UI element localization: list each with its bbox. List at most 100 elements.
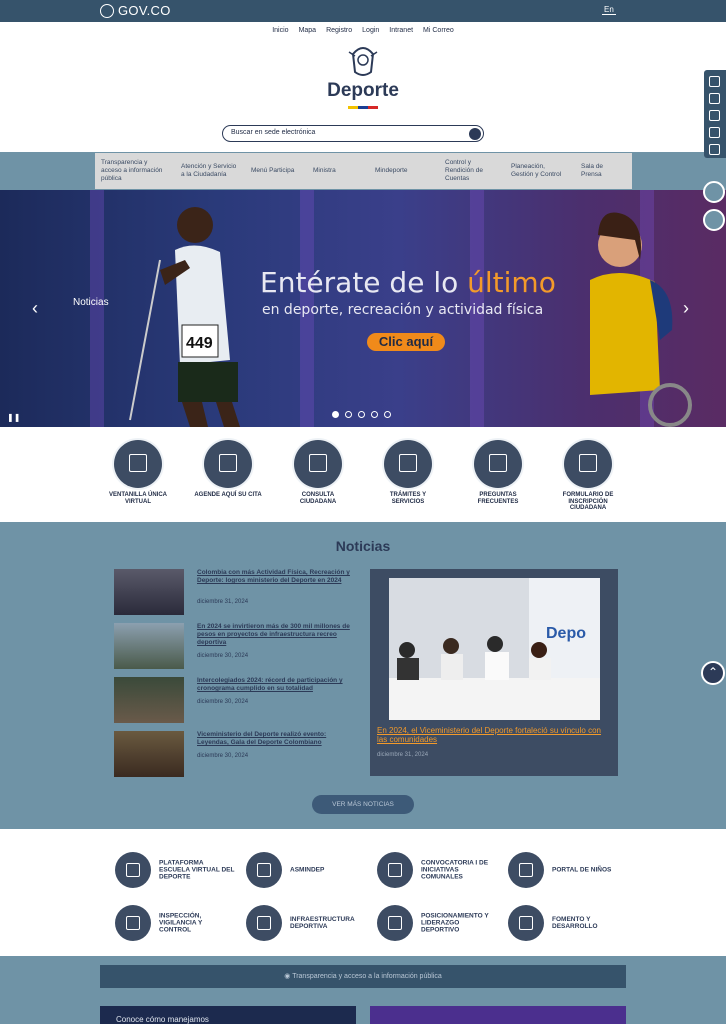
nav-ministra[interactable]: Ministra	[307, 167, 369, 175]
search-input[interactable]: Buscar en sede electrónica	[222, 125, 484, 142]
flag-stripe	[348, 106, 378, 109]
link-inicio[interactable]: Inicio	[272, 27, 288, 34]
service-label: Fomento y Desarrollo	[552, 916, 598, 930]
quick-tramites[interactable]: Trámites y Servicios	[373, 440, 443, 505]
language-toggle[interactable]: En	[602, 5, 616, 15]
quick-label: Preguntas Frecuentes	[477, 492, 519, 505]
brand-title[interactable]: Deporte	[0, 80, 726, 102]
pause-icon[interactable]: ❚❚	[7, 413, 20, 422]
news-item[interactable]: Intercolegiados 2024: récord de particip…	[114, 677, 354, 723]
carousel-dot[interactable]	[384, 411, 391, 418]
info-icon[interactable]	[709, 127, 720, 138]
quick-ventanilla[interactable]: Ventanilla Única Virtual	[103, 440, 173, 505]
service-label: Inspección, Vigilancia y Control	[159, 912, 203, 934]
carousel-prev-icon[interactable]: ‹	[32, 298, 38, 319]
service-fomento[interactable]: Fomento y Desarrollo	[508, 905, 628, 941]
news-item[interactable]: En 2024 se invirtieron más de 300 mil mi…	[114, 623, 354, 669]
more-news-button[interactable]: VER MÁS NOTICIAS	[312, 795, 414, 814]
hero-subheadline: en deporte, recreación y actividad físic…	[262, 302, 544, 318]
headline-start: Entérate de lo	[260, 266, 468, 299]
scroll-top-icon[interactable]: ⌃	[701, 661, 725, 685]
clipboard-icon	[564, 440, 612, 488]
featured-date: diciembre 31, 2024	[377, 752, 429, 758]
service-posicionamiento[interactable]: Posicionamiento y Liderazgo Deportivo	[377, 905, 497, 941]
carousel-next-icon[interactable]: ›	[683, 298, 689, 319]
contrast-icon[interactable]	[709, 76, 720, 87]
growth-icon	[508, 905, 544, 941]
top-links: Inicio Mapa Registro Login Intranet Mi C…	[0, 27, 726, 34]
transparency-bar[interactable]: ◉ Transparencia y acceso a la informació…	[100, 965, 626, 988]
nav-atencion[interactable]: Atención y Servicio a la Ciudadanía	[175, 163, 245, 179]
nav-control[interactable]: Control y Rendición de Cuentas	[439, 159, 505, 183]
banner-text: Depo	[546, 625, 586, 642]
service-portal-ninos[interactable]: Portal de Niños	[508, 852, 628, 888]
news-item[interactable]: Viceministerio del Deporte realizó event…	[114, 731, 354, 777]
service-escuela-virtual[interactable]: Plataforma Escuela Virtual del Deporte	[115, 852, 235, 888]
font-increase-icon[interactable]	[709, 110, 720, 121]
service-inspeccion[interactable]: Inspección, Vigilancia y Control	[115, 905, 235, 941]
carousel-dot[interactable]	[332, 411, 339, 418]
link-login[interactable]: Login	[362, 27, 379, 34]
transparency-label: Transparencia y acceso a la información …	[292, 973, 442, 980]
coat-of-arms-icon	[348, 47, 378, 76]
news-item[interactable]: Colombia con más Actividad Física, Recre…	[114, 569, 354, 615]
news-thumbnail	[114, 677, 184, 723]
news-title[interactable]: Colombia con más Actividad Física, Recre…	[197, 569, 352, 585]
featured-news[interactable]: Depo En 2024, el Viceministerio del Depo…	[370, 569, 618, 776]
featured-photo: Depo	[389, 578, 600, 720]
gov-logo[interactable]: GOV.CO	[100, 3, 171, 18]
service-label: Portal de Niños	[552, 866, 612, 874]
question-icon	[474, 440, 522, 488]
news-title[interactable]: Viceministerio del Deporte realizó event…	[197, 731, 352, 747]
chat-icon[interactable]	[703, 181, 725, 203]
service-asmindep[interactable]: ASMINDEP	[246, 852, 366, 888]
link-mapa[interactable]: Mapa	[299, 27, 317, 34]
child-face-icon	[508, 852, 544, 888]
quick-formulario[interactable]: Formulario de Inscripción Ciudadana	[553, 440, 623, 512]
accessibility-toolbar	[704, 70, 726, 158]
news-date: diciembre 31, 2024	[197, 599, 249, 605]
document-icon[interactable]	[703, 209, 725, 231]
eye-icon: ◉	[284, 973, 293, 980]
laptop-icon	[115, 852, 151, 888]
magnifier-icon	[115, 905, 151, 941]
carousel-dot[interactable]	[358, 411, 365, 418]
link-intranet[interactable]: Intranet	[389, 27, 413, 34]
nav-transparencia[interactable]: Transparencia y acceso a información púb…	[95, 159, 175, 183]
hero-cta-button[interactable]: Clic aquí	[367, 333, 445, 351]
sign-language-icon[interactable]	[709, 144, 720, 155]
nav-participa[interactable]: Menú Participa	[245, 167, 307, 175]
quick-consulta[interactable]: Consulta Ciudadana	[283, 440, 353, 505]
nav-planeacion[interactable]: Planeación, Gestión y Control	[505, 163, 575, 179]
flag-icon	[377, 905, 413, 941]
colombia-crest-icon	[100, 3, 114, 18]
nav-mindeporte[interactable]: Mindeporte	[369, 167, 439, 175]
promo-card-right[interactable]	[370, 1006, 626, 1024]
news-title[interactable]: En 2024 se invirtieron más de 300 mil mi…	[197, 623, 352, 647]
quick-preguntas[interactable]: Preguntas Frecuentes	[463, 440, 533, 505]
window-icon	[114, 440, 162, 488]
quick-label: Ventanilla Única Virtual	[109, 492, 167, 505]
nav-prensa[interactable]: Sala de Prensa	[575, 163, 625, 179]
featured-image: Depo	[389, 578, 600, 720]
chat-bubble-icon	[204, 440, 252, 488]
promo-card-left[interactable]: Conoce cómo manejamos	[100, 1006, 356, 1024]
bib-number: 449	[186, 335, 213, 352]
carousel-dot[interactable]	[371, 411, 378, 418]
carousel-dot[interactable]	[345, 411, 352, 418]
featured-title[interactable]: En 2024, el Viceministerio del Deporte f…	[377, 726, 607, 744]
search-icon[interactable]	[469, 128, 481, 140]
quick-label: Agende aquí su cita	[194, 492, 262, 498]
link-mi-correo[interactable]: Mi Correo	[423, 27, 454, 34]
news-title[interactable]: Intercolegiados 2024: récord de particip…	[197, 677, 352, 693]
service-convocatoria[interactable]: Convocatoria I de Iniciativas Comunales	[377, 852, 497, 888]
service-label: Infraestructura Deportiva	[290, 916, 355, 930]
gear-check-icon	[384, 440, 432, 488]
link-registro[interactable]: Registro	[326, 27, 352, 34]
font-decrease-icon[interactable]	[709, 93, 720, 104]
curtain-fold	[90, 190, 104, 427]
quick-agende[interactable]: Agende aquí su cita	[193, 440, 263, 499]
news-date: diciembre 30, 2024	[197, 699, 249, 705]
hero-carousel[interactable]: 449 Noticias ‹ › Entérate de lo último e…	[0, 190, 726, 427]
service-infraestructura[interactable]: Infraestructura Deportiva	[246, 905, 366, 941]
